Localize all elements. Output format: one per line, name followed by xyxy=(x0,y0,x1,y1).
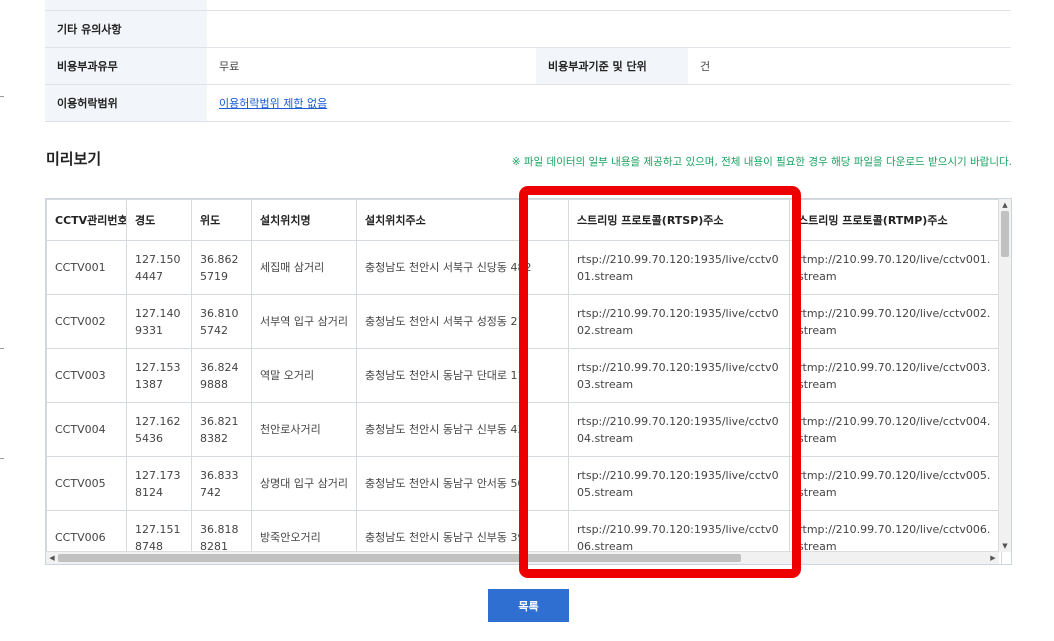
horizontal-scroll-thumb[interactable] xyxy=(58,554,741,562)
table-row: CCTV003 127.1531387 36.8249888 역말 오거리 충청… xyxy=(46,348,1011,403)
cell-rtmp: rtmp://210.99.70.120/live/cctv002.stream xyxy=(789,294,1002,349)
cell-cctv-id: CCTV003 xyxy=(46,348,127,403)
cell-location-address: 충청남도 천안시 동남구 신부동 43 xyxy=(356,402,569,457)
cell-cctv-id: CCTV002 xyxy=(46,294,127,349)
col-header-longitude[interactable]: 경도 xyxy=(126,199,192,241)
scroll-left-icon[interactable]: ◀ xyxy=(46,552,58,564)
col-header-rtsp[interactable]: 스트리밍 프로토콜(RTSP)주소 xyxy=(568,199,790,241)
table-row: CCTV004 127.1625436 36.8218382 천안로사거리 충청… xyxy=(46,402,1011,457)
license-link[interactable]: 이용허락범위 제한 없음 xyxy=(219,97,327,110)
edge-marker xyxy=(0,458,4,459)
info-label xyxy=(45,0,207,11)
cell-location-name: 역말 오거리 xyxy=(251,348,357,403)
cell-rtsp: rtsp://210.99.70.120:1935/live/cctv001.s… xyxy=(568,240,790,295)
scroll-right-icon[interactable]: ▶ xyxy=(987,552,999,564)
edge-marker xyxy=(0,96,4,97)
cell-longitude: 127.1625436 xyxy=(126,402,192,457)
cell-location-address: 충청남도 천안시 동남구 안서동 50 xyxy=(356,456,569,511)
table-row: CCTV001 127.1504447 36.8625719 세집매 삼거리 충… xyxy=(46,240,1011,295)
info-label-notes: 기타 유의사항 xyxy=(45,10,207,48)
cell-rtsp: rtsp://210.99.70.120:1935/live/cctv005.s… xyxy=(568,456,790,511)
cell-location-address: 충청남도 천안시 동남구 단대로 11 xyxy=(356,348,569,403)
cell-rtsp: rtsp://210.99.70.120:1935/live/cctv004.s… xyxy=(568,402,790,457)
info-value-cost-unit: 건 xyxy=(688,47,1011,85)
cell-latitude: 36.8249888 xyxy=(191,348,252,403)
table-row: CCTV005 127.1738124 36.833742 상명대 입구 삼거리… xyxy=(46,456,1011,511)
vertical-scroll-thumb[interactable] xyxy=(1001,211,1009,257)
scroll-down-icon[interactable]: ▼ xyxy=(999,540,1011,552)
scroll-up-icon[interactable]: ▲ xyxy=(999,199,1011,211)
col-header-latitude[interactable]: 위도 xyxy=(191,199,252,241)
cell-rtmp: rtmp://210.99.70.120/live/cctv003.stream xyxy=(789,348,1002,403)
cell-rtsp: rtsp://210.99.70.120:1935/live/cctv003.s… xyxy=(568,348,790,403)
edge-marker xyxy=(0,348,4,349)
list-button[interactable]: 목록 xyxy=(488,589,569,622)
preview-header-row: CCTV관리번호 경도 위도 설치위치명 설치위치주소 스트리밍 프로토콜(RT… xyxy=(46,199,1011,241)
info-row-cost: 비용부과유무 무료 비용부과기준 및 단위 건 xyxy=(45,47,1011,85)
cell-location-name: 상명대 입구 삼거리 xyxy=(251,456,357,511)
cell-cctv-id: CCTV001 xyxy=(46,240,127,295)
vertical-scrollbar[interactable]: ▲ ▼ xyxy=(998,199,1011,552)
cell-latitude: 36.8105742 xyxy=(191,294,252,349)
cell-cctv-id: CCTV004 xyxy=(46,402,127,457)
cell-rtmp: rtmp://210.99.70.120/live/cctv001.stream xyxy=(789,240,1002,295)
info-value xyxy=(207,0,1011,11)
info-row-top xyxy=(45,0,1011,11)
col-header-location-address[interactable]: 설치위치주소 xyxy=(356,199,569,241)
cell-longitude: 127.1531387 xyxy=(126,348,192,403)
cell-latitude: 36.8218382 xyxy=(191,402,252,457)
info-row-license: 이용허락범위 이용허락범위 제한 없음 xyxy=(45,84,1011,122)
cell-longitude: 127.1738124 xyxy=(126,456,192,511)
cell-latitude: 36.8625719 xyxy=(191,240,252,295)
cell-location-address: 충청남도 천안시 서북구 신당동 482 xyxy=(356,240,569,295)
cell-longitude: 127.1504447 xyxy=(126,240,192,295)
col-header-location-name[interactable]: 설치위치명 xyxy=(251,199,357,241)
cell-rtsp: rtsp://210.99.70.120:1935/live/cctv002.s… xyxy=(568,294,790,349)
cell-cctv-id: CCTV005 xyxy=(46,456,127,511)
preview-title: 미리보기 xyxy=(46,150,102,168)
col-header-rtmp[interactable]: 스트리밍 프로토콜(RTMP)주소 xyxy=(789,199,1002,241)
info-value-cost: 무료 xyxy=(207,47,536,85)
cell-rtmp: rtmp://210.99.70.120/live/cctv005.stream xyxy=(789,456,1002,511)
cell-rtmp: rtmp://210.99.70.120/live/cctv004.stream xyxy=(789,402,1002,457)
cell-longitude: 127.1409331 xyxy=(126,294,192,349)
cell-location-name: 서부역 입구 삼거리 xyxy=(251,294,357,349)
cell-location-name: 세집매 삼거리 xyxy=(251,240,357,295)
cell-location-name: 천안로사거리 xyxy=(251,402,357,457)
info-label-license: 이용허락범위 xyxy=(45,84,207,122)
table-row: CCTV002 127.1409331 36.8105742 서부역 입구 삼거… xyxy=(46,294,1011,349)
info-value-license: 이용허락범위 제한 없음 xyxy=(207,84,1011,122)
col-header-cctv-id[interactable]: CCTV관리번호 xyxy=(46,199,127,241)
info-row-notes: 기타 유의사항 xyxy=(45,10,1011,48)
horizontal-scrollbar[interactable]: ◀ ▶ xyxy=(46,551,999,564)
cell-location-address: 충청남도 천안시 서북구 성정동 21 xyxy=(356,294,569,349)
preview-table: CCTV관리번호 경도 위도 설치위치명 설치위치주소 스트리밍 프로토콜(RT… xyxy=(46,199,1011,564)
info-value-notes xyxy=(207,10,1011,48)
info-label-cost: 비용부과유무 xyxy=(45,47,207,85)
preview-notice: ※ 파일 데이터의 일부 내용을 제공하고 있으며, 전체 내용이 필요한 경우… xyxy=(511,156,1012,168)
info-label-cost-unit: 비용부과기준 및 단위 xyxy=(536,47,688,85)
cell-latitude: 36.833742 xyxy=(191,456,252,511)
preview-grid[interactable]: CCTV관리번호 경도 위도 설치위치명 설치위치주소 스트리밍 프로토콜(RT… xyxy=(45,198,1012,565)
dataset-info-table: 기타 유의사항 비용부과유무 무료 비용부과기준 및 단위 건 이용허락범위 이… xyxy=(45,0,1011,122)
